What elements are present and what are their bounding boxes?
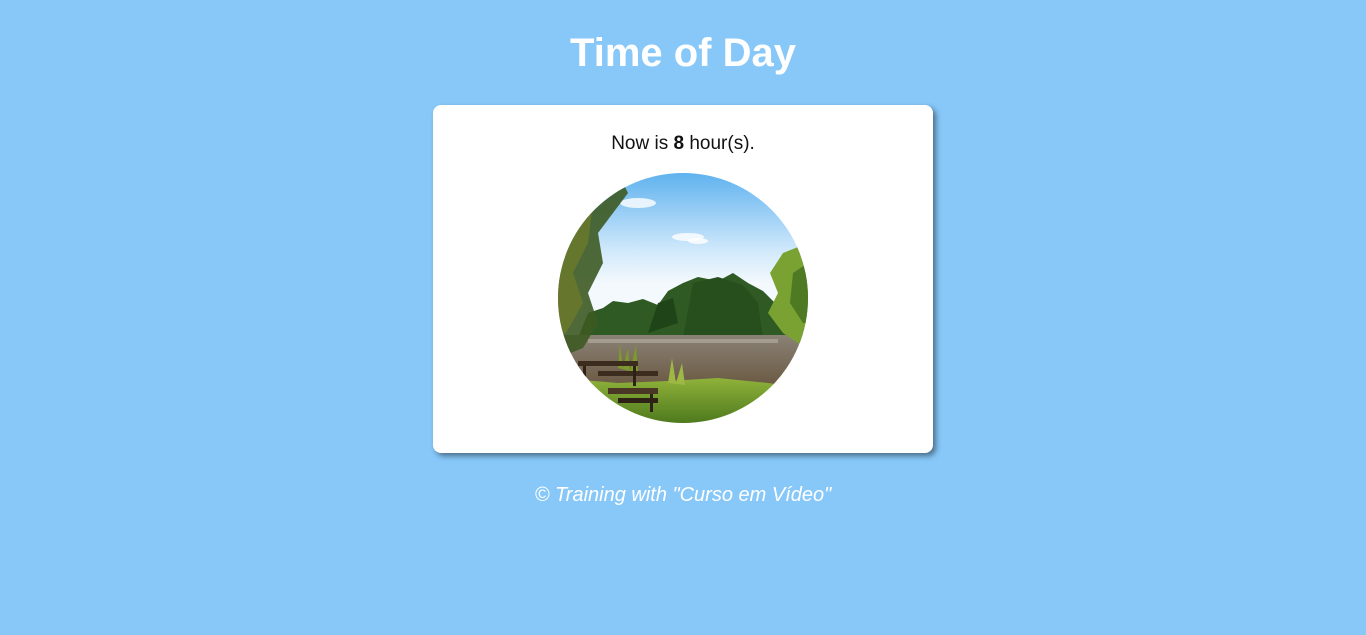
time-message-prefix: Now is [611,133,674,154]
page-title: Time of Day [570,31,796,75]
footer-credit: © Training with "Curso em Vídeo" [534,484,832,506]
hour-value: 8 [673,133,685,154]
time-card: Now is 8 hour(s). [433,105,933,453]
morning-photo [558,173,808,423]
time-message-suffix: hour(s). [684,133,755,154]
time-message: Now is 8 hour(s). [433,132,933,156]
